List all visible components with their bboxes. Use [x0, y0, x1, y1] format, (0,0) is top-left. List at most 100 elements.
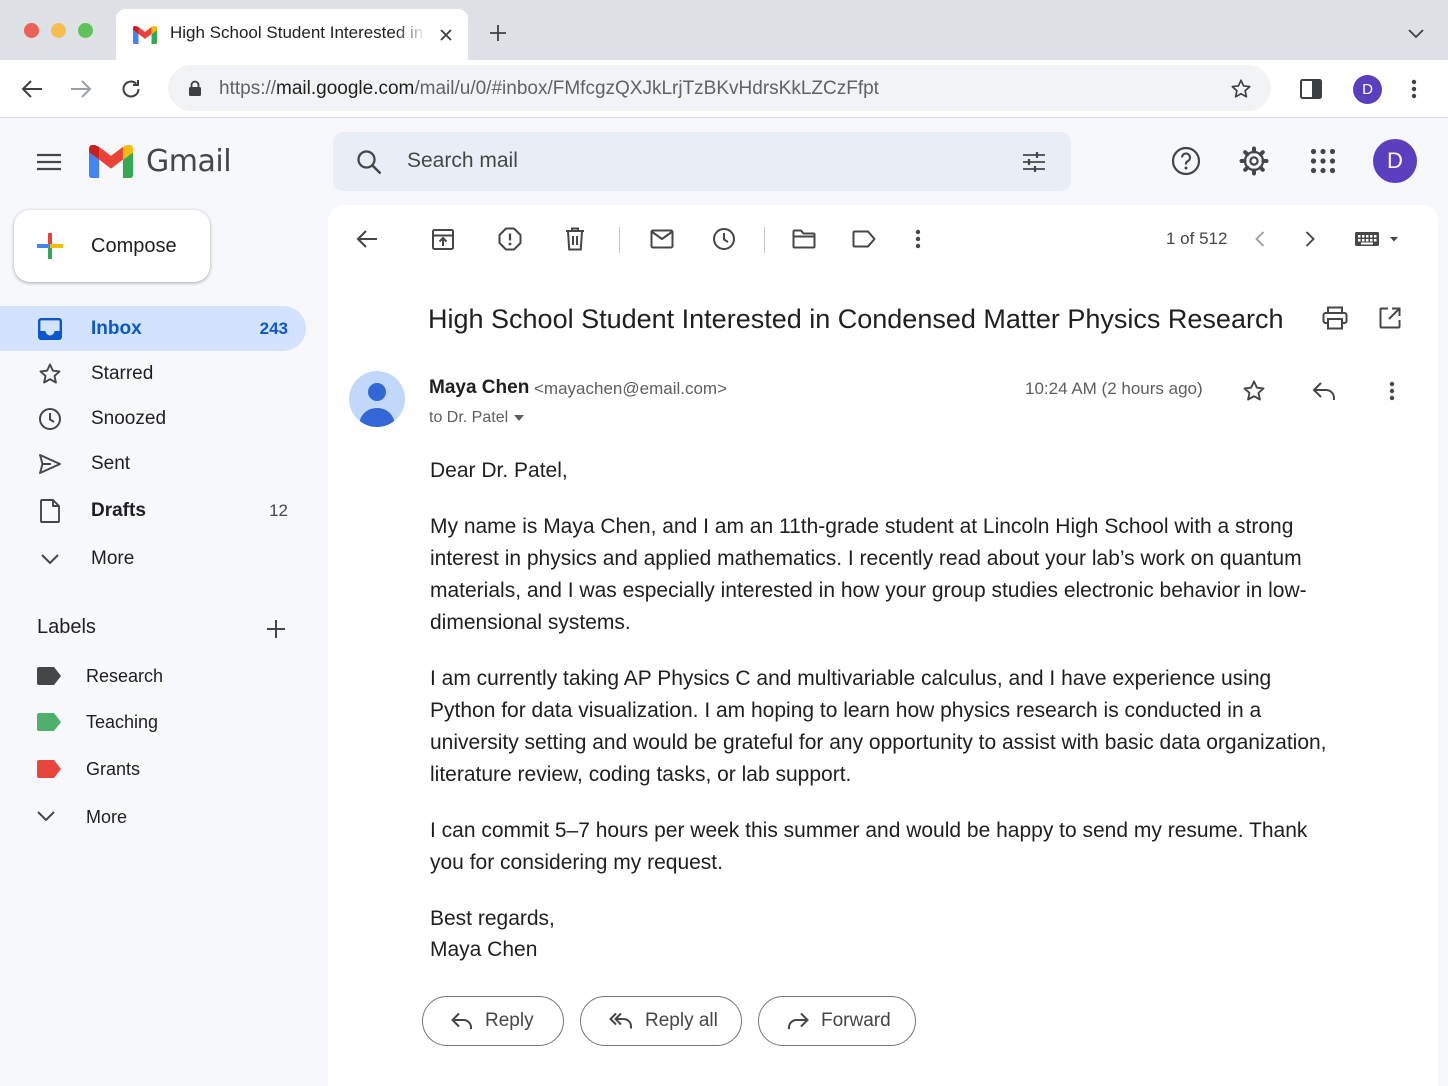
label-tag-icon[interactable]	[850, 225, 878, 253]
mark-unread-mail-icon[interactable]	[648, 225, 676, 253]
account-avatar[interactable]: D	[1373, 139, 1417, 183]
email-subject: High School Student Interested in Conden…	[428, 304, 1284, 334]
message-more-options-icon[interactable]	[1380, 377, 1404, 405]
search-icon[interactable]	[355, 148, 383, 176]
url-text[interactable]: https://mail.google.com/mail/u/0/#inbox/…	[219, 78, 879, 100]
reply-button[interactable]: Reply	[422, 996, 564, 1046]
delete-trash-icon[interactable]	[561, 225, 589, 253]
label-name: More	[86, 807, 128, 827]
caret-down-icon[interactable]	[514, 415, 525, 421]
search-options-icon[interactable]	[1021, 149, 1047, 175]
gmail-logo-icon[interactable]	[88, 143, 134, 179]
chevron-down-icon	[37, 811, 55, 822]
toolbar-divider	[764, 227, 765, 253]
sender-email: <mayachen@email.com>	[534, 379, 728, 398]
forward-button[interactable]: Forward	[758, 996, 916, 1046]
snooze-clock-icon[interactable]	[710, 225, 738, 253]
label-grants[interactable]: Grants	[0, 749, 306, 789]
browser-tab[interactable]: High School Student Interested in Conden…	[116, 9, 468, 60]
older-chevron-right-icon[interactable]	[1298, 226, 1322, 252]
compose-label: Compose	[91, 235, 177, 257]
email-closing: Best regards,	[430, 907, 555, 930]
reply-arrow-icon[interactable]	[1310, 377, 1338, 405]
label-research[interactable]: Research	[0, 656, 306, 696]
sidebar-item-inbox[interactable]: Inbox 243	[0, 306, 306, 351]
sidebar-item-label: Starred	[91, 363, 154, 384]
open-in-new-window-icon[interactable]	[1375, 303, 1405, 333]
address-bar[interactable]: https://mail.google.com/mail/u/0/#inbox/…	[168, 65, 1271, 111]
sidebar-item-starred[interactable]: Starred	[0, 351, 306, 396]
sidebar-item-snoozed[interactable]: Snoozed	[0, 396, 306, 441]
gmail-wordmark[interactable]: Gmail	[146, 144, 232, 179]
window-minimize-button[interactable]	[51, 23, 66, 38]
forward-arrow-icon[interactable]	[68, 76, 94, 102]
more-options-icon[interactable]	[906, 225, 930, 253]
report-spam-icon[interactable]	[496, 225, 524, 253]
email-signoff: Best regards, Maya Chen	[430, 903, 1330, 965]
close-tab-icon[interactable]	[434, 23, 458, 47]
sidebar-item-label: Inbox	[91, 318, 142, 339]
labels-heading: Labels	[37, 616, 96, 638]
label-tag-icon	[37, 760, 61, 778]
browser-profile-avatar[interactable]: D	[1353, 75, 1382, 104]
gmail-favicon-icon	[132, 24, 158, 46]
email-view-panel: 1 of 512 High School Student Interested …	[328, 205, 1438, 1086]
label-name: Research	[86, 666, 164, 686]
new-tab-icon[interactable]	[485, 20, 511, 46]
side-panel-icon[interactable]	[1298, 76, 1324, 102]
settings-gear-icon[interactable]	[1238, 145, 1270, 177]
unread-count: 243	[259, 319, 288, 338]
back-to-inbox-icon[interactable]	[353, 225, 381, 253]
drafts-count: 12	[269, 501, 288, 520]
sidebar-item-label: Drafts	[91, 500, 146, 521]
reply-all-button[interactable]: Reply all	[580, 996, 742, 1046]
print-icon[interactable]	[1320, 303, 1350, 333]
labels-more[interactable]: More	[0, 797, 306, 837]
sidebar-item-label: Snoozed	[91, 408, 167, 429]
chevron-down-icon	[37, 546, 63, 572]
back-arrow-icon[interactable]	[19, 76, 45, 102]
sidebar-item-drafts[interactable]: Drafts 12	[0, 488, 306, 533]
reply-all-icon	[609, 1012, 632, 1029]
search-input[interactable]	[407, 146, 987, 176]
sidebar-item-sent[interactable]: Sent	[0, 441, 306, 486]
email-body: Dear Dr. Patel, My name is Maya Chen, an…	[430, 455, 1330, 989]
star-message-icon[interactable]	[1240, 377, 1268, 405]
window-close-button[interactable]	[24, 23, 39, 38]
sender-name[interactable]: Maya Chen	[429, 377, 529, 399]
recipient-details[interactable]: to Dr. Patel	[429, 409, 525, 427]
help-icon[interactable]	[1170, 145, 1202, 177]
email-paragraph: I can commit 5–7 hours per week this sum…	[430, 819, 1308, 874]
recipient-text: to Dr. Patel	[429, 409, 509, 426]
tab-search-chevron-icon[interactable]	[1404, 22, 1428, 46]
sender-avatar[interactable]	[349, 371, 405, 427]
label-name: Grants	[86, 759, 141, 779]
compose-plus-icon	[36, 232, 64, 260]
browser-toolbar: https://mail.google.com/mail/u/0/#inbox/…	[0, 60, 1448, 118]
label-tag-icon	[37, 713, 61, 731]
archive-icon[interactable]	[429, 225, 457, 253]
google-apps-icon[interactable]	[1308, 146, 1338, 176]
lock-icon[interactable]	[186, 78, 204, 98]
sidebar-item-more[interactable]: More	[0, 536, 306, 581]
add-label-plus-icon[interactable]	[262, 615, 290, 643]
move-to-folder-icon[interactable]	[790, 225, 818, 253]
reply-all-label: Reply all	[645, 1010, 718, 1031]
input-tools-keyboard-icon[interactable]	[1352, 226, 1402, 252]
reload-icon[interactable]	[118, 76, 144, 102]
toolbar-divider	[619, 227, 620, 253]
forward-label: Forward	[821, 1010, 891, 1031]
compose-button[interactable]: Compose	[14, 210, 210, 282]
label-teaching[interactable]: Teaching	[0, 702, 306, 742]
main-menu-icon[interactable]	[33, 146, 65, 178]
tab-title: High School Student Interested in Conden…	[170, 23, 426, 42]
browser-menu-icon[interactable]	[1402, 76, 1426, 102]
inbox-icon	[37, 316, 63, 342]
sidebar-item-label: Sent	[91, 453, 131, 474]
newer-chevron-left-icon[interactable]	[1248, 226, 1272, 252]
window-maximize-button[interactable]	[78, 23, 93, 38]
label-name: Teaching	[86, 712, 159, 732]
bookmark-star-icon[interactable]	[1228, 76, 1254, 102]
search-bar[interactable]	[333, 132, 1071, 191]
email-paragraph: My name is Maya Chen, and I am an 11th-g…	[430, 515, 1307, 634]
